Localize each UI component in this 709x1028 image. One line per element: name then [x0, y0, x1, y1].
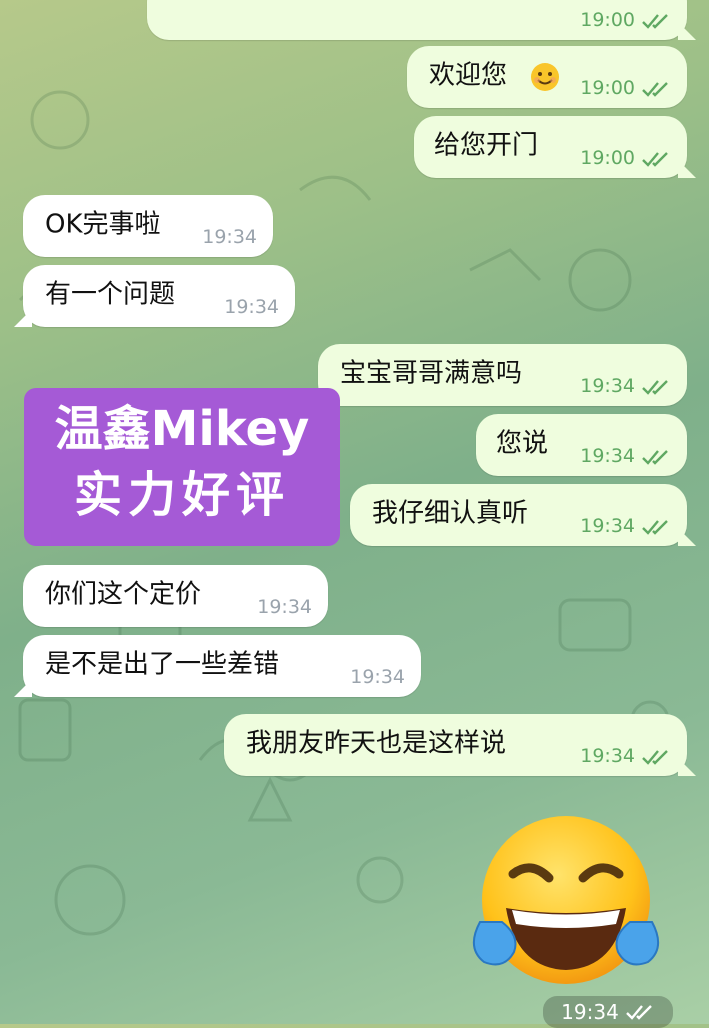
message-text: 您说 [496, 428, 549, 459]
double-check-icon [641, 519, 671, 535]
message-meta: 19:00 [580, 11, 671, 30]
message-time: 19:34 [202, 226, 257, 248]
double-check-icon [641, 379, 671, 395]
smile-emoji-icon [530, 62, 560, 97]
message-bubble-outgoing[interactable]: 19:00 [147, 0, 687, 40]
double-check-icon [641, 449, 671, 465]
double-check-icon [641, 749, 671, 765]
message-time: 19:34 [350, 666, 405, 688]
message-bubble-outgoing[interactable]: 您说 19:34 [476, 414, 687, 476]
message-bubble-outgoing[interactable]: 我朋友昨天也是这样说 19:34 [224, 714, 687, 776]
message-time: 19:34 [257, 596, 312, 618]
message-bubble-incoming[interactable]: OK完事啦 19:34 [23, 195, 273, 257]
message-time: 19:00 [580, 147, 635, 169]
message-bubble-outgoing[interactable]: 欢迎您 19:00 [407, 46, 687, 108]
message-text: 欢迎您 [429, 60, 508, 91]
message-time: 19:34 [580, 745, 635, 767]
message-text: 我朋友昨天也是这样说 [246, 728, 507, 759]
message-time: 19:34 [580, 515, 635, 537]
sticker-time-badge: 19:34 [543, 996, 673, 1028]
message-text: OK完事啦 [45, 209, 161, 240]
message-text: 是不是出了一些差错 [45, 649, 280, 680]
double-check-icon [641, 81, 671, 97]
message-bubble-incoming[interactable]: 你们这个定价 19:34 [23, 565, 328, 627]
message-text: 你们这个定价 [45, 579, 202, 610]
overlay-line1: 温鑫Mikey [54, 401, 310, 457]
overlay-line2: 实力好评 [73, 467, 290, 523]
laughing-tears-emoji-icon[interactable] [468, 812, 664, 988]
message-text: 我仔细认真听 [372, 498, 529, 529]
promo-overlay: 温鑫Mikey 实力好评 [24, 388, 340, 546]
double-check-icon [625, 1004, 655, 1020]
message-bubble-incoming[interactable]: 有一个问题 19:34 [23, 265, 295, 327]
double-check-icon [641, 151, 671, 167]
message-bubble-incoming[interactable]: 是不是出了一些差错 19:34 [23, 635, 421, 697]
message-text: 有一个问题 [45, 279, 176, 310]
message-time: 19:00 [580, 77, 635, 99]
message-time: 19:34 [580, 375, 635, 397]
message-bubble-outgoing[interactable]: 宝宝哥哥满意吗 19:34 [318, 344, 687, 406]
sticker-time: 19:34 [561, 1000, 619, 1024]
message-text: 给您开门 [434, 130, 539, 161]
message-bubble-outgoing[interactable]: 我仔细认真听 19:34 [350, 484, 687, 546]
message-text: 宝宝哥哥满意吗 [340, 358, 523, 389]
message-time: 19:00 [580, 9, 635, 31]
message-bubble-outgoing[interactable]: 给您开门 19:00 [414, 116, 687, 178]
double-check-icon [641, 13, 671, 29]
message-time: 19:34 [580, 445, 635, 467]
message-time: 19:34 [224, 296, 279, 318]
